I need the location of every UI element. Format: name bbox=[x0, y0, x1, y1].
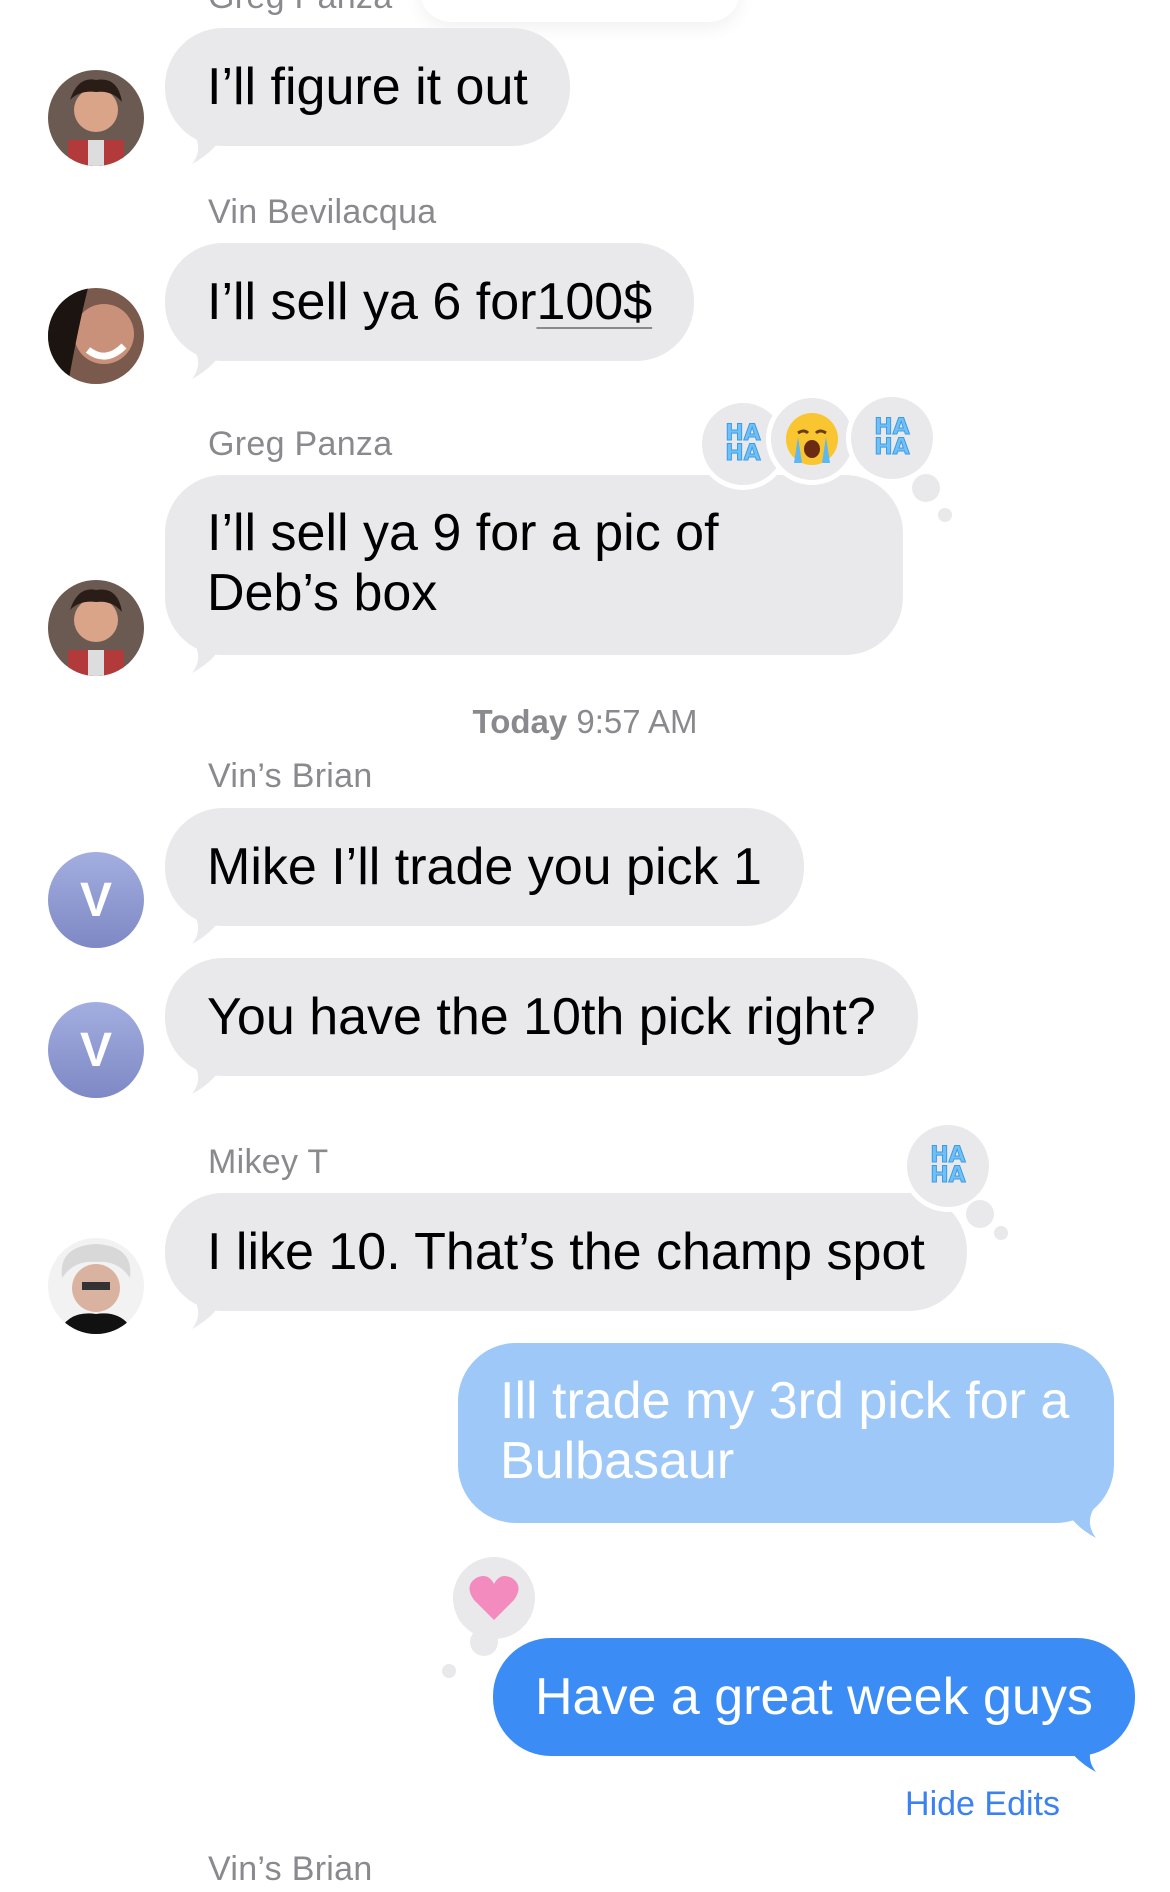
message-text: Mike I’ll trade you pick 1 bbox=[207, 838, 762, 896]
message-text: Have a great week guys bbox=[535, 1668, 1093, 1726]
message-text: Ill trade my 3rd pick for a Bulbasaur bbox=[500, 1372, 1070, 1490]
tapback-tail-dot bbox=[938, 508, 952, 522]
bubble-tail bbox=[188, 126, 228, 164]
avatar-greg[interactable] bbox=[48, 580, 144, 676]
bubble-tail bbox=[188, 1291, 228, 1329]
sender-name: Mikey T bbox=[208, 1143, 329, 1181]
message-text: You have the 10th pick right? bbox=[207, 988, 876, 1046]
heart-icon bbox=[469, 1576, 519, 1620]
avatar-greg[interactable] bbox=[48, 70, 144, 166]
crying-face-icon bbox=[786, 413, 838, 465]
avatar-vin-bevilacqua[interactable] bbox=[48, 288, 144, 384]
tapback-tail-dot bbox=[966, 1200, 994, 1228]
bubble-tail bbox=[1060, 1500, 1100, 1538]
message-bubble[interactable]: You have the 10th pick right? bbox=[165, 958, 918, 1076]
message-bubble[interactable]: I like 10. That’s the champ spot bbox=[165, 1193, 967, 1311]
outgoing-message-bubble[interactable]: Ill trade my 3rd pick for a Bulbasaur bbox=[458, 1343, 1114, 1523]
sender-name-partial: Greg Panza bbox=[208, 0, 392, 17]
hide-edits-link[interactable]: Hide Edits bbox=[905, 1785, 1060, 1824]
bubble-tail bbox=[1060, 1734, 1100, 1772]
avatar-vins-brian[interactable]: V bbox=[48, 852, 144, 948]
timestamp: Today 9:57 AM bbox=[472, 703, 698, 740]
tapback-tail-dot bbox=[442, 1664, 456, 1678]
tapback-haha[interactable]: HA HA bbox=[902, 1120, 994, 1212]
bubble-tail bbox=[188, 341, 228, 379]
bubble-tail bbox=[188, 635, 228, 673]
tapback-crying-emoji[interactable] bbox=[766, 393, 858, 485]
tapback-tail-dot bbox=[912, 474, 940, 502]
message-bubble[interactable]: Mike I’ll trade you pick 1 bbox=[165, 808, 804, 926]
detected-link[interactable]: 100$ bbox=[536, 272, 652, 332]
message-bubble[interactable]: I’ll sell ya 6 for 100$ bbox=[165, 243, 695, 361]
sender-name: Vin Bevilacqua bbox=[208, 193, 437, 231]
message-text: I like 10. That’s the champ spot bbox=[207, 1223, 925, 1281]
message-text: I’ll sell ya 9 for a pic of Deb’s box bbox=[207, 504, 719, 622]
outgoing-message-bubble[interactable]: Have a great week guys bbox=[493, 1638, 1135, 1756]
tapback-tail-dot bbox=[470, 1628, 498, 1656]
message-text: I’ll sell ya 6 for bbox=[207, 273, 537, 331]
sender-name: Greg Panza bbox=[208, 425, 393, 463]
message-bubble[interactable]: I’ll sell ya 9 for a pic of Deb’s box bbox=[165, 475, 903, 655]
partial-bubble-top[interactable] bbox=[420, 0, 740, 22]
bubble-tail bbox=[188, 1056, 228, 1094]
tapback-tail-dot bbox=[994, 1226, 1008, 1240]
avatar-mikey[interactable] bbox=[48, 1238, 144, 1334]
bubble-tail bbox=[188, 906, 228, 944]
tapback-haha[interactable]: HA HA bbox=[846, 392, 938, 484]
avatar-vins-brian[interactable]: V bbox=[48, 1002, 144, 1098]
message-text: I’ll figure it out bbox=[207, 58, 528, 116]
tapback-heart[interactable] bbox=[448, 1552, 540, 1644]
sender-name-partial: Vin’s Brian bbox=[208, 1850, 373, 1888]
sender-name: Vin’s Brian bbox=[208, 757, 373, 795]
